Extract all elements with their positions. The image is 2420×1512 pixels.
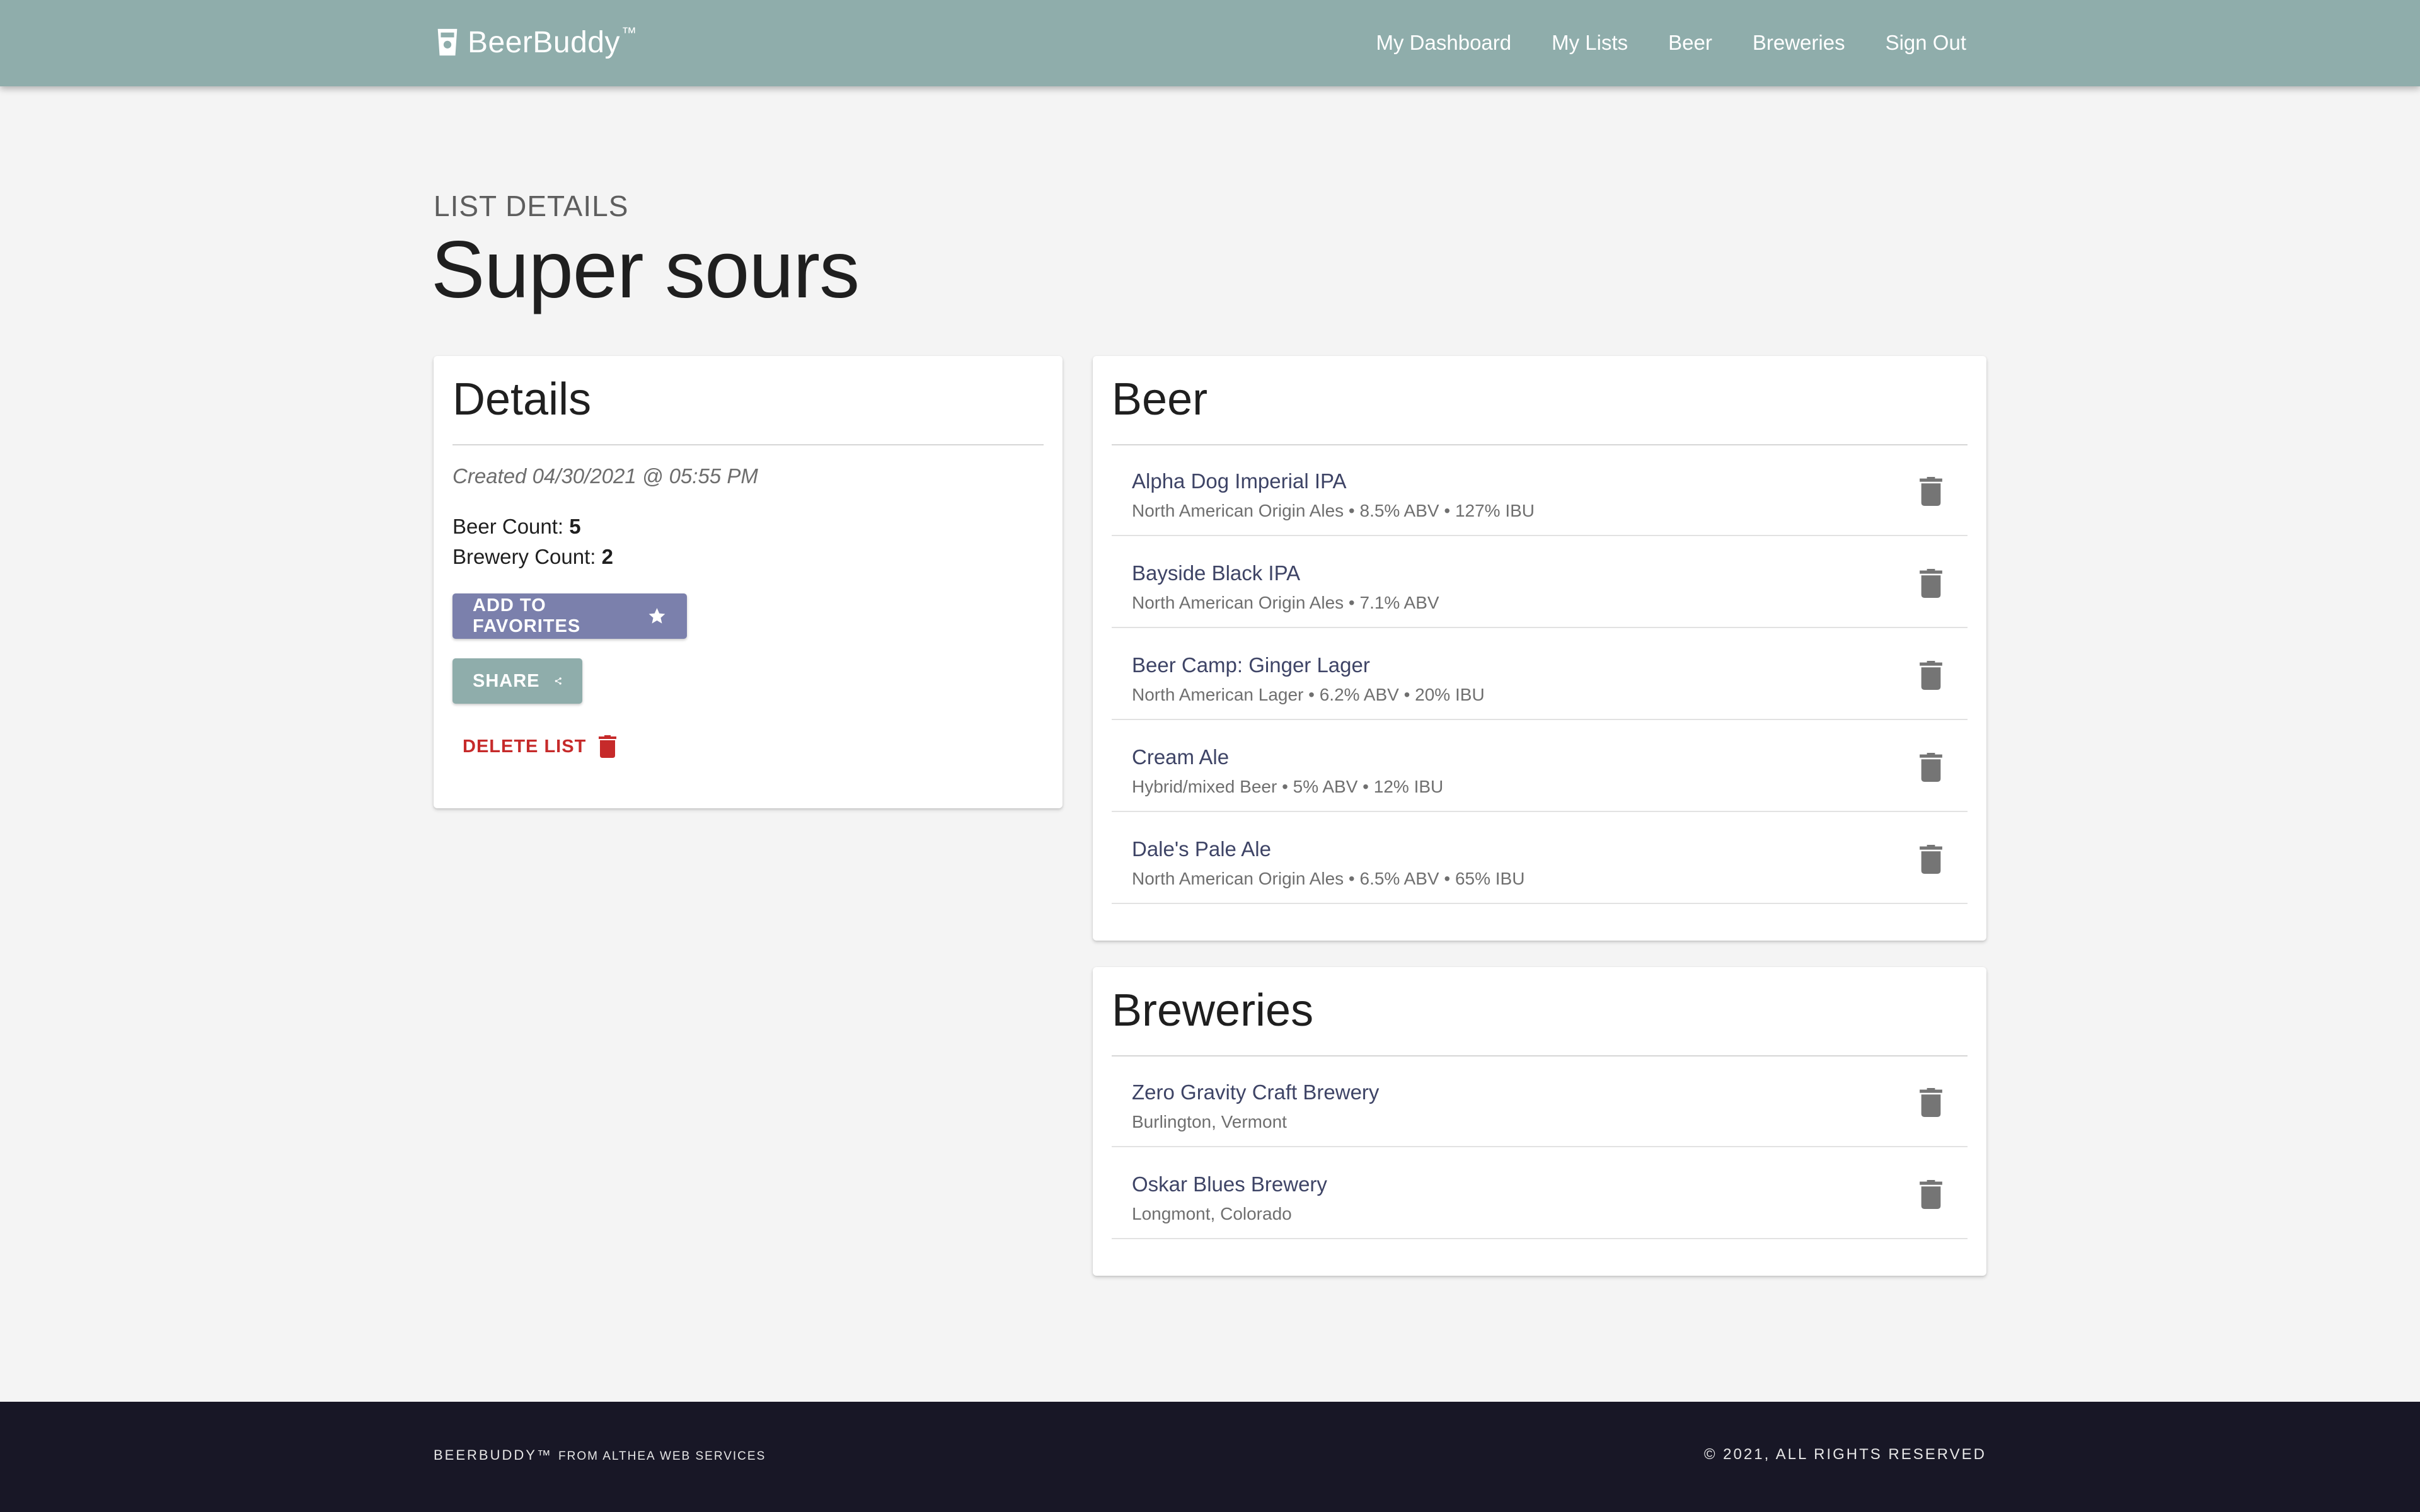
beer-list-item[interactable]: Dale's Pale Ale North American Origin Al… (1112, 812, 1968, 904)
nav-beer[interactable]: Beer (1668, 31, 1712, 55)
trash-icon (1920, 1180, 1942, 1209)
brewery-location: Burlington, Vermont (1132, 1112, 1287, 1131)
trash-icon (1920, 569, 1942, 598)
brewery-count-value: 2 (601, 545, 613, 568)
beer-name[interactable]: Bayside Black IPA (1132, 561, 1300, 585)
beer-name[interactable]: Alpha Dog Imperial IPA (1132, 469, 1347, 493)
remove-beer-button[interactable] (1918, 753, 1944, 782)
trash-icon (1920, 845, 1942, 874)
top-app-bar: BeerBuddy ™ My Dashboard My Lists Beer B… (0, 0, 2420, 86)
delete-list-label: DELETE LIST (463, 736, 587, 757)
share-label: SHARE (473, 670, 540, 691)
beer-list-item[interactable]: Beer Camp: Ginger Lager North American L… (1112, 628, 1968, 720)
created-date: Created 04/30/2021 @ 05:55 PM (452, 464, 758, 488)
brewery-name[interactable]: Oskar Blues Brewery (1132, 1172, 1327, 1196)
main-nav: My Dashboard My Lists Beer Breweries Sig… (1336, 24, 1966, 62)
breweries-card: Breweries Zero Gravity Craft Brewery Bur… (1093, 967, 1986, 1276)
beer-meta: North American Origin Ales • 8.5% ABV • … (1132, 501, 1535, 520)
footer: BEERBUDDY™ FROM ALTHEA WEB SERVICES © 20… (0, 1402, 2420, 1512)
trash-icon (1920, 661, 1942, 690)
nav-sign-out[interactable]: Sign Out (1886, 31, 1966, 55)
beer-meta: North American Lager • 6.2% ABV • 20% IB… (1132, 685, 1485, 704)
brewery-list-item[interactable]: Zero Gravity Craft Brewery Burlington, V… (1112, 1055, 1968, 1147)
add-to-favorites-button[interactable]: ADD TO FAVORITES (452, 593, 687, 639)
beer-name[interactable]: Cream Ale (1132, 745, 1229, 769)
footer-copyright: © 2021, ALL RIGHTS RESERVED (1703, 1446, 1986, 1463)
beer-list: Alpha Dog Imperial IPA North American Or… (1112, 444, 1968, 904)
beer-name[interactable]: Beer Camp: Ginger Lager (1132, 653, 1370, 677)
trash-icon (599, 735, 617, 758)
brewery-name[interactable]: Zero Gravity Craft Brewery (1132, 1080, 1379, 1104)
add-to-favorites-label: ADD TO FAVORITES (473, 595, 581, 636)
divider (452, 444, 1044, 445)
beer-name[interactable]: Dale's Pale Ale (1132, 837, 1271, 861)
trash-icon (1920, 477, 1942, 506)
trash-icon (1920, 753, 1942, 782)
breweries-heading: Breweries (1112, 985, 1314, 1036)
share-button[interactable]: SHARE (452, 658, 582, 704)
footer-brand-name: BEERBUDDY™ (434, 1447, 553, 1463)
delete-list-button[interactable]: DELETE LIST (452, 724, 628, 769)
footer-brand: BEERBUDDY™ FROM ALTHEA WEB SERVICES (434, 1447, 766, 1463)
beer-meta: North American Origin Ales • 7.1% ABV (1132, 593, 1439, 612)
details-heading: Details (452, 374, 592, 425)
details-card: Details Created 04/30/2021 @ 05:55 PM Be… (434, 356, 1063, 808)
remove-beer-button[interactable] (1918, 569, 1944, 598)
brand-name: BeerBuddy (468, 25, 620, 59)
beer-count-stat: Beer Count: 5 (452, 515, 581, 539)
beer-cup-icon (437, 28, 458, 56)
trash-icon (1920, 1088, 1942, 1117)
footer-from: FROM ALTHEA WEB SERVICES (558, 1450, 766, 1463)
nav-my-lists[interactable]: My Lists (1552, 31, 1628, 55)
beer-list-item[interactable]: Bayside Black IPA North American Origin … (1112, 536, 1968, 628)
brewery-count-label: Brewery Count: (452, 545, 596, 568)
page-title: Super sours (431, 225, 860, 315)
page-eyebrow: LIST DETAILS (434, 190, 629, 222)
beer-heading: Beer (1112, 374, 1208, 425)
remove-beer-button[interactable] (1918, 661, 1944, 690)
trademark-symbol: ™ (621, 25, 637, 42)
beer-count-value: 5 (569, 515, 581, 538)
brand-logo[interactable]: BeerBuddy ™ (435, 20, 637, 64)
brewery-location: Longmont, Colorado (1132, 1204, 1292, 1223)
brewery-list: Zero Gravity Craft Brewery Burlington, V… (1112, 1055, 1968, 1239)
remove-brewery-button[interactable] (1918, 1180, 1944, 1209)
brewery-list-item[interactable]: Oskar Blues Brewery Longmont, Colorado (1112, 1147, 1968, 1239)
beer-card: Beer Alpha Dog Imperial IPA North Americ… (1093, 356, 1986, 941)
star-icon (648, 608, 666, 624)
remove-brewery-button[interactable] (1918, 1088, 1944, 1117)
beer-list-item[interactable]: Alpha Dog Imperial IPA North American Or… (1112, 444, 1968, 536)
remove-beer-button[interactable] (1918, 477, 1944, 506)
beer-count-label: Beer Count: (452, 515, 564, 538)
beer-meta: North American Origin Ales • 6.5% ABV • … (1132, 869, 1525, 888)
share-icon (555, 677, 562, 685)
brewery-count-stat: Brewery Count: 2 (452, 545, 613, 569)
nav-breweries[interactable]: Breweries (1753, 31, 1845, 55)
nav-my-dashboard[interactable]: My Dashboard (1376, 31, 1512, 55)
remove-beer-button[interactable] (1918, 845, 1944, 874)
beer-meta: Hybrid/mixed Beer • 5% ABV • 12% IBU (1132, 777, 1444, 796)
beer-list-item[interactable]: Cream Ale Hybrid/mixed Beer • 5% ABV • 1… (1112, 720, 1968, 812)
